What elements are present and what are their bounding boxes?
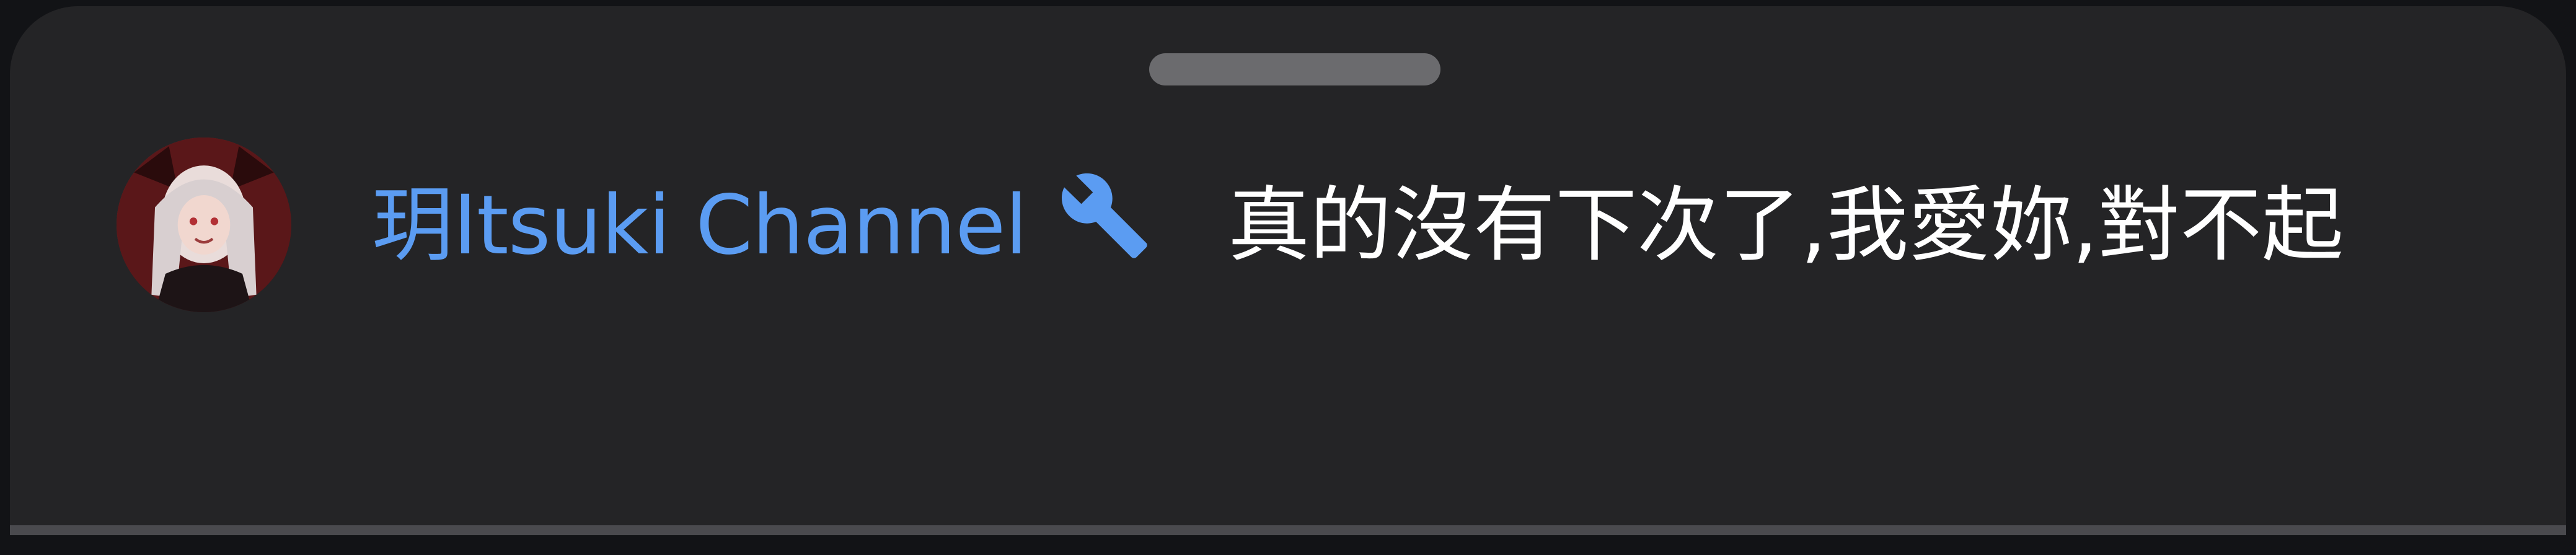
avatar-image	[117, 138, 291, 312]
chat-message: 玥Itsuki Channel 真的沒有下次了,我愛妳,對不起	[372, 155, 2492, 296]
divider	[10, 525, 2566, 535]
author-name[interactable]: 玥Itsuki Channel	[372, 178, 1028, 273]
drag-handle[interactable]	[1149, 53, 1440, 85]
wrench-icon	[1056, 169, 1153, 262]
app-frame: 玥Itsuki Channel 真的沒有下次了,我愛妳,對不起	[0, 0, 2576, 555]
message-text: 真的沒有下次了,我愛妳,對不起	[1228, 178, 2344, 273]
avatar[interactable]	[117, 138, 291, 312]
